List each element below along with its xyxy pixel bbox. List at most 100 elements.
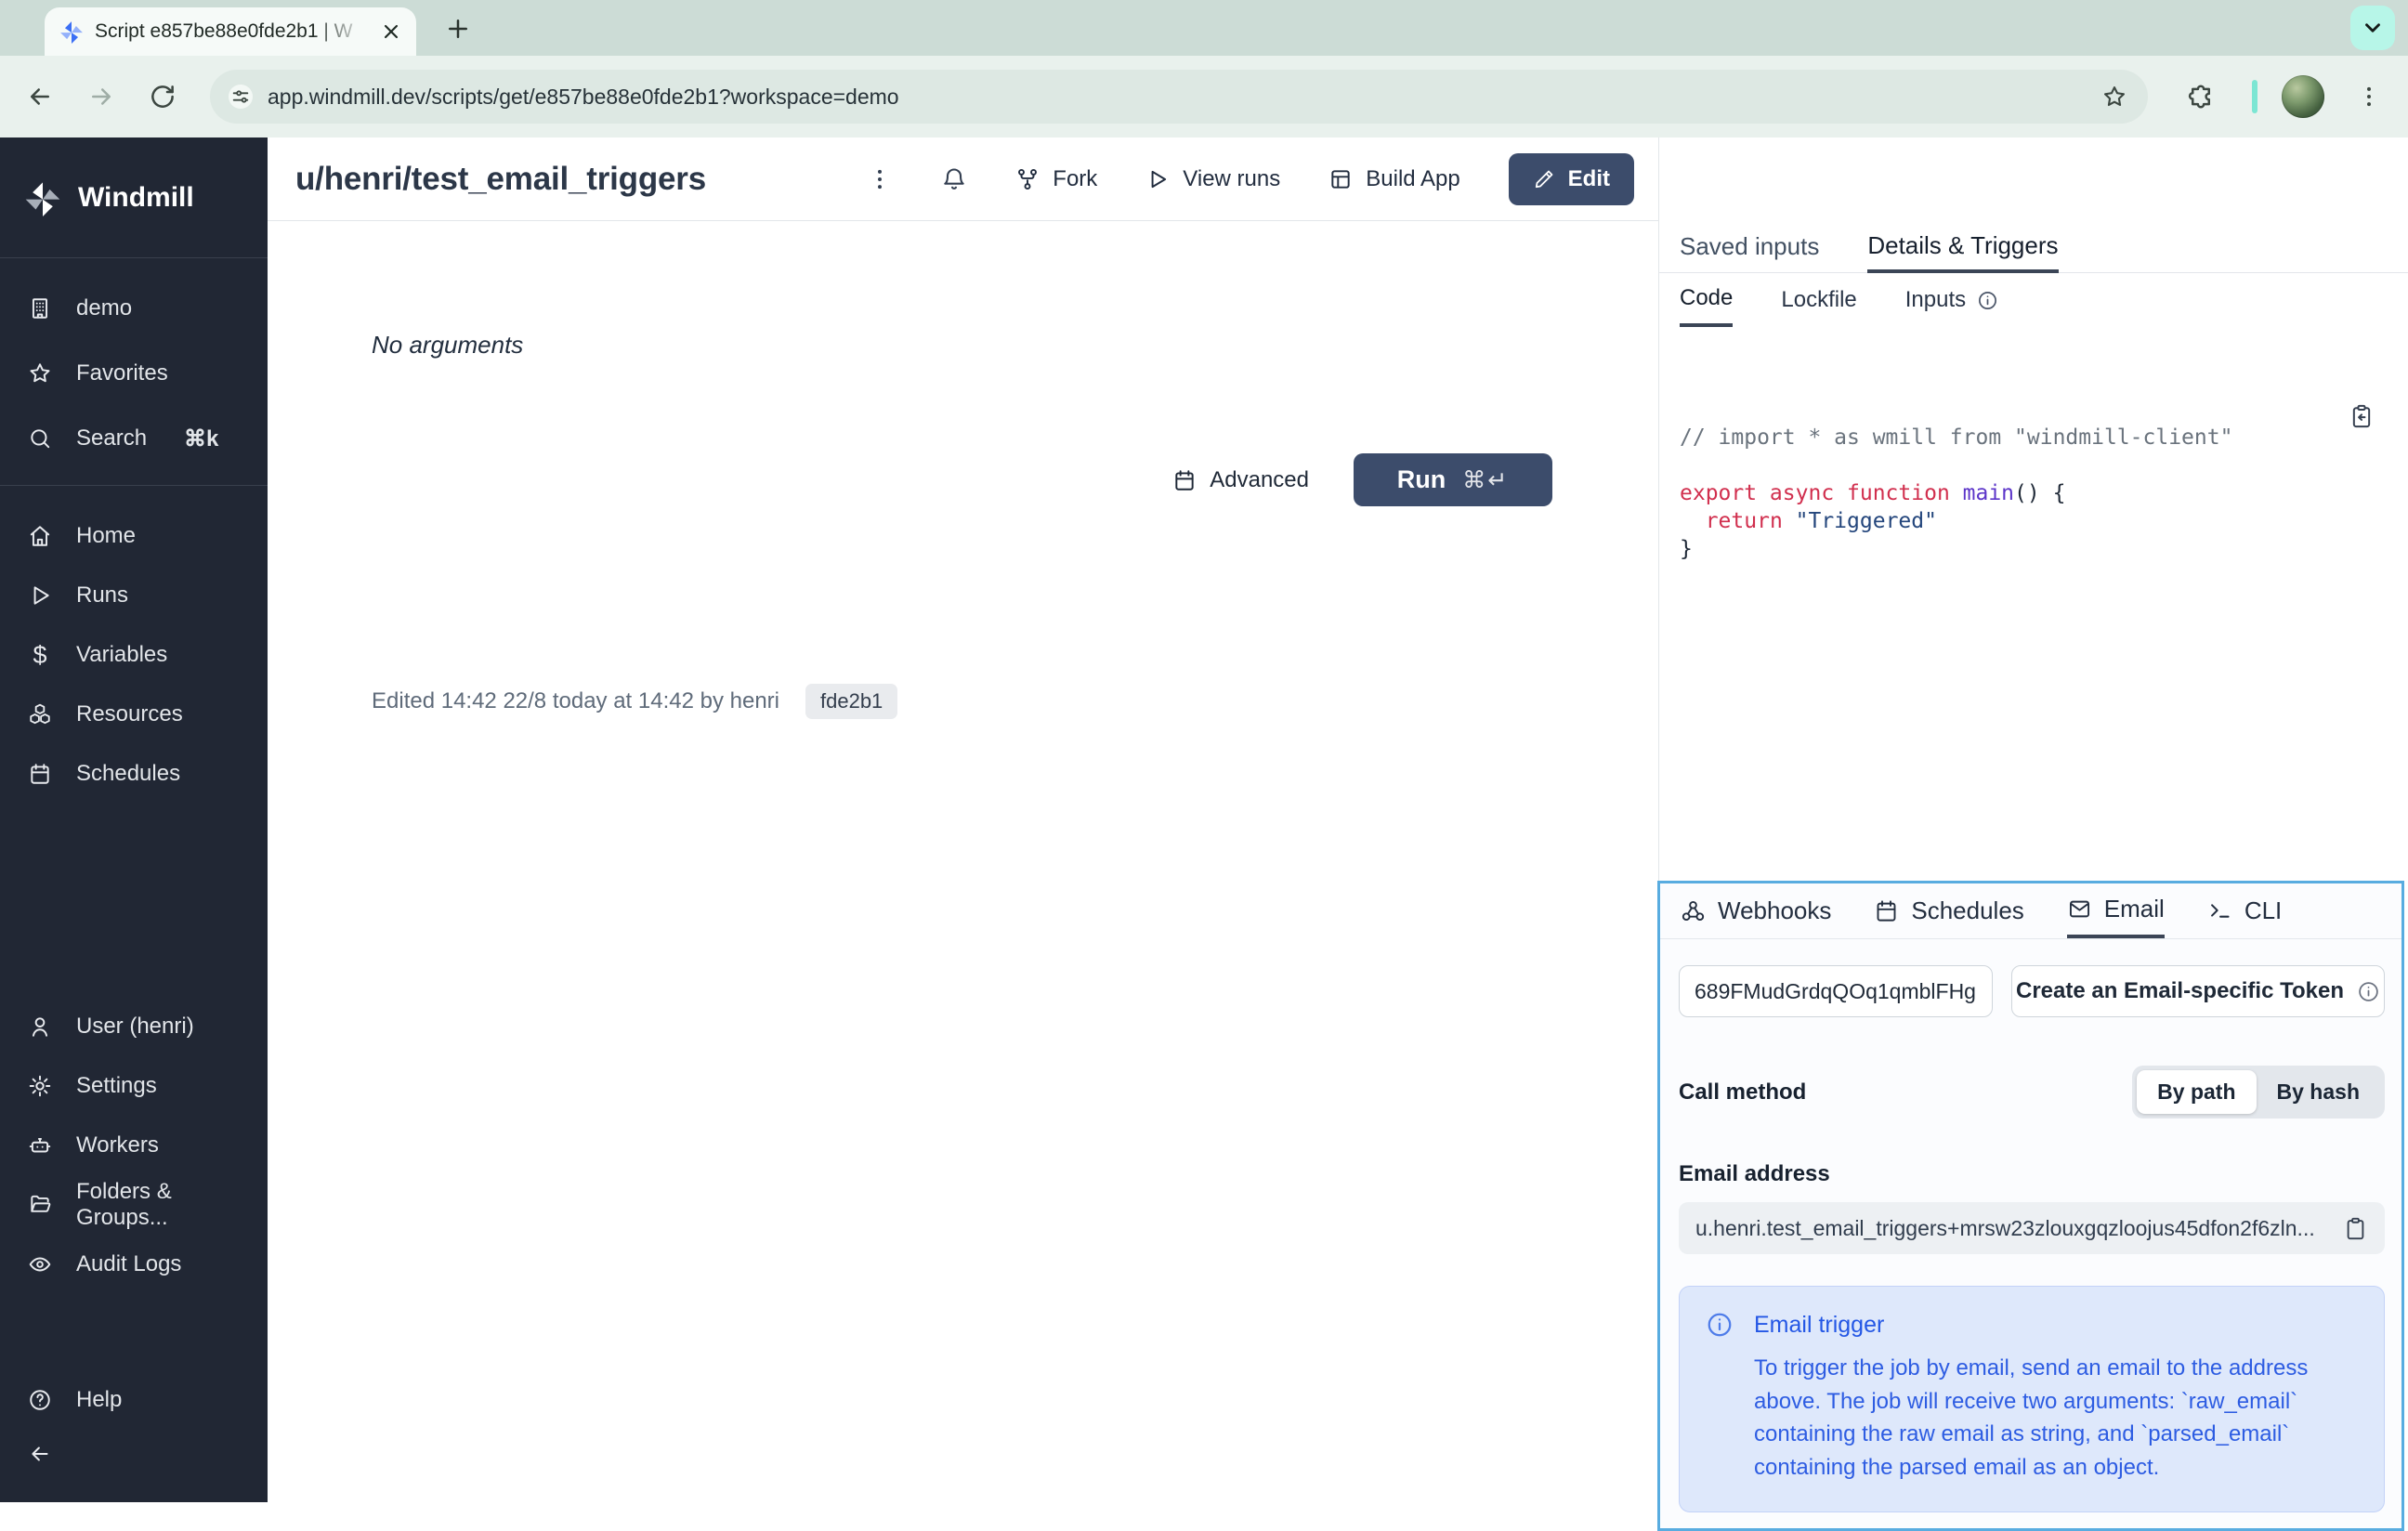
reload-icon[interactable]: [149, 83, 177, 111]
info-icon: [2357, 980, 2380, 1003]
sidebar-nav-group: Home Runs $ Variables Resources Schedule…: [0, 486, 268, 835]
tab-schedules[interactable]: Schedules: [1874, 883, 2023, 938]
sidebar-item-resources[interactable]: Resources: [0, 692, 268, 737]
fork-label: Fork: [1053, 166, 1097, 192]
sidebar-workspace-group: demo Favorites Search ⌘k: [0, 258, 268, 486]
calendar-icon: [1172, 468, 1197, 492]
header-actions: Fork View runs Build App Edit: [867, 153, 1634, 205]
edit-button[interactable]: Edit: [1509, 153, 1634, 205]
sidebar-item-label: Help: [76, 1387, 122, 1413]
view-runs-button[interactable]: View runs: [1145, 166, 1280, 192]
by-hash-option[interactable]: By hash: [2257, 1070, 2380, 1114]
info-icon: [1977, 290, 1998, 311]
site-settings-icon[interactable]: [229, 85, 253, 109]
star-icon: [28, 361, 52, 386]
sidebar-item-label: User (henri): [76, 1014, 194, 1040]
sidebar-item-audit-logs[interactable]: Audit Logs: [0, 1242, 268, 1287]
view-runs-label: View runs: [1183, 166, 1280, 192]
sidebar-item-workers[interactable]: Workers: [0, 1123, 268, 1168]
sidebar-item-runs[interactable]: Runs: [0, 573, 268, 618]
windmill-favicon-icon: [59, 20, 84, 44]
play-outline-icon: [1145, 167, 1170, 191]
triggers-panel: Webhooks Schedules Email CLI Create an E…: [1657, 881, 2404, 1531]
tab-cli[interactable]: CLI: [2207, 883, 2282, 938]
version-badge[interactable]: fde2b1: [805, 684, 897, 719]
copy-code-icon[interactable]: [2349, 347, 2375, 373]
sidebar-item-settings[interactable]: Settings: [0, 1064, 268, 1108]
gear-icon: [28, 1074, 52, 1098]
url-bar[interactable]: app.windmill.dev/scripts/get/e857be88e0f…: [210, 70, 2148, 124]
sidebar-item-workspace[interactable]: demo: [0, 286, 268, 331]
email-address-field[interactable]: u.henri.test_email_triggers+mrsw23zlouxg…: [1679, 1202, 2385, 1254]
by-path-option[interactable]: By path: [2137, 1070, 2256, 1114]
extensions-icon[interactable]: [2187, 83, 2215, 111]
fork-icon: [1015, 167, 1040, 191]
pencil-icon: [1533, 168, 1555, 190]
mail-icon: [2067, 896, 2092, 922]
tab-search-button[interactable]: [2350, 6, 2395, 50]
sidebar-item-search[interactable]: Search ⌘k: [0, 416, 268, 461]
tab-close-icon[interactable]: [379, 20, 403, 44]
avatar[interactable]: [2282, 75, 2324, 118]
sidebar-collapse[interactable]: [0, 1432, 268, 1476]
back-icon[interactable]: [26, 83, 54, 111]
main-column: u/henri/test_email_triggers Fork View ru…: [268, 137, 1659, 1502]
sidebar-item-favorites[interactable]: Favorites: [0, 351, 268, 396]
search-kbd: ⌘k: [184, 425, 218, 452]
eye-icon: [28, 1252, 52, 1276]
windmill-logo-icon: [24, 179, 61, 216]
run-button[interactable]: Run ⌘↵: [1354, 453, 1552, 506]
sidebar-item-label: Schedules: [76, 761, 180, 787]
sidebar-item-label: Workers: [76, 1132, 159, 1158]
new-tab-icon[interactable]: [444, 15, 472, 43]
create-email-token-button[interactable]: Create an Email-specific Token: [2011, 965, 2385, 1017]
calendar-icon: [1874, 898, 1899, 923]
triggers-tabs: Webhooks Schedules Email CLI: [1660, 883, 2401, 939]
details-panel-subtabs: Code Lockfile Inputs: [1659, 273, 2408, 327]
folder-open-icon: [28, 1193, 52, 1217]
kebab-menu-icon[interactable]: [867, 166, 893, 192]
sidebar-item-user[interactable]: User (henri): [0, 1004, 268, 1049]
user-icon: [28, 1014, 52, 1039]
windmill-logo-text: Windmill: [78, 182, 194, 214]
browser-menu-icon[interactable]: [2356, 84, 2382, 110]
build-app-button[interactable]: Build App: [1328, 166, 1459, 192]
run-shortcut: ⌘↵: [1462, 466, 1509, 494]
sidebar-item-home[interactable]: Home: [0, 514, 268, 558]
subtab-lockfile[interactable]: Lockfile: [1781, 273, 1856, 327]
code-viewer[interactable]: // import * as wmill from "windmill-clie…: [1659, 327, 2408, 563]
bell-icon[interactable]: [941, 166, 967, 192]
sidebar-item-help[interactable]: Help: [0, 1378, 268, 1422]
sidebar-item-label: Resources: [76, 701, 183, 727]
sidebar: Windmill demo Favorites Search ⌘k: [0, 137, 268, 1502]
home-icon: [28, 524, 52, 548]
call-method-label: Call method: [1679, 1080, 1806, 1106]
info-box-title: Email trigger: [1754, 1312, 1884, 1339]
tab-schedules-label: Schedules: [1911, 896, 2023, 925]
details-panel: Saved inputs Details & Triggers Code Loc…: [1659, 137, 2408, 881]
bookmark-star-icon[interactable]: [2101, 84, 2127, 110]
arrow-left-icon: [28, 1442, 52, 1466]
windmill-logo[interactable]: Windmill: [0, 137, 268, 258]
info-icon: [1706, 1311, 1734, 1339]
fork-button[interactable]: Fork: [1015, 166, 1097, 192]
tab-webhooks[interactable]: Webhooks: [1681, 883, 1831, 938]
email-token-input[interactable]: [1679, 965, 1993, 1017]
tab-email[interactable]: Email: [2067, 883, 2165, 938]
sidebar-item-label: demo: [76, 295, 132, 321]
tab-saved-inputs[interactable]: Saved inputs: [1680, 221, 1819, 272]
copy-email-icon[interactable]: [2343, 1216, 2368, 1241]
sidebar-bottom: User (henri) Settings Workers Folders & …: [0, 1004, 268, 1502]
forward-icon[interactable]: [87, 83, 115, 111]
browser-tab[interactable]: Script e857be88e0fde2b1 | W: [45, 7, 416, 56]
sidebar-item-variables[interactable]: $ Variables: [0, 633, 268, 677]
email-address-value: u.henri.test_email_triggers+mrsw23zlouxg…: [1695, 1216, 2328, 1241]
details-panel-tabs: Saved inputs Details & Triggers: [1659, 221, 2408, 273]
subtab-code[interactable]: Code: [1680, 273, 1733, 327]
tab-details-triggers[interactable]: Details & Triggers: [1867, 221, 2058, 273]
sidebar-item-folders-groups[interactable]: Folders & Groups...: [0, 1183, 268, 1227]
advanced-button[interactable]: Advanced: [1172, 467, 1309, 493]
subtab-inputs[interactable]: Inputs: [1905, 273, 1998, 327]
url-text[interactable]: app.windmill.dev/scripts/get/e857be88e0f…: [268, 85, 2087, 110]
sidebar-item-schedules[interactable]: Schedules: [0, 752, 268, 796]
